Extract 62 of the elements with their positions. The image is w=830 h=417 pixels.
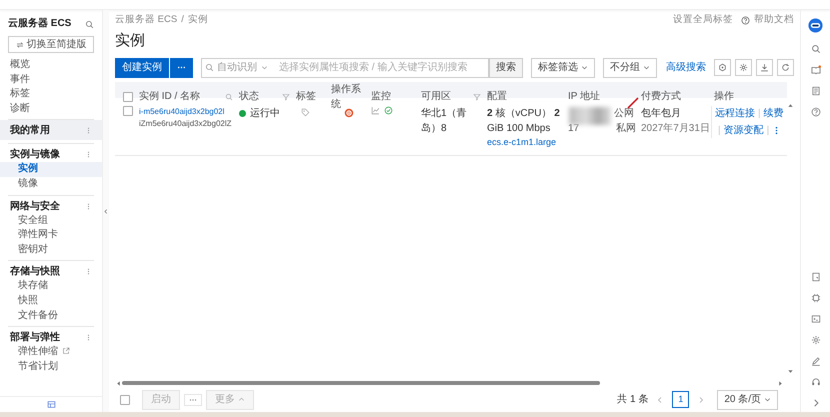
sidebar-item[interactable]: 概览 — [0, 58, 102, 73]
page-size-dropdown[interactable]: 20 条/页 — [717, 390, 778, 410]
search-button[interactable]: 搜索 — [489, 58, 523, 78]
sidebar-item[interactable]: 实例 — [0, 162, 102, 177]
zone-text: 华北1（青岛）8 — [420, 106, 468, 136]
instance-type-link[interactable]: ecs.e-c1m1.large — [487, 136, 562, 149]
instance-name: iZm5e6ru40aijd3x2bg02lZ — [139, 118, 232, 130]
sidebar-group-header[interactable]: 存储与快照 — [0, 261, 102, 280]
total-count: 共 1 条 — [617, 392, 648, 407]
advanced-search-link[interactable]: 高级搜索 — [666, 60, 706, 75]
column-header: 标签 — [296, 90, 316, 104]
breadcrumb-item[interactable]: 实例 — [188, 14, 208, 26]
breadcrumb-item[interactable]: 云服务器 ECS — [115, 14, 178, 26]
column-header: 状态 — [239, 90, 259, 104]
column-header: 监控 — [371, 90, 391, 104]
link-separator: | — [758, 106, 761, 120]
action-link[interactable]: 资源变配 — [724, 122, 764, 138]
column-header: 操作 — [714, 90, 734, 104]
sidebar-item[interactable]: 事件 — [0, 72, 102, 88]
column-header: 可用区 — [421, 90, 451, 104]
column-header: 配置 — [487, 90, 507, 104]
help-link[interactable]: 帮助文档 — [754, 14, 794, 26]
sidebar-item[interactable]: 块存储 — [0, 279, 102, 294]
action-link[interactable]: 续费 — [764, 106, 784, 120]
ip-text: 17 — [568, 122, 580, 136]
status-text: 运行中 — [250, 106, 280, 120]
ip-label: 公网 — [614, 106, 634, 120]
page-button[interactable]: 1 — [672, 391, 690, 408]
grouping-dropdown[interactable]: 不分组 — [603, 58, 657, 78]
switch-button[interactable]: 切换至简捷版 — [8, 36, 94, 53]
sidebar-item[interactable]: 节省计划 — [0, 360, 102, 374]
sidebar-item[interactable]: 标签 — [0, 87, 102, 102]
column-header: IP 地址 — [568, 90, 600, 104]
column-header: 实例 ID / 名称 — [139, 90, 200, 104]
sidebar-item[interactable]: 安全组 — [0, 214, 102, 228]
sidebar-title: 云服务器 ECS — [8, 16, 72, 31]
sidebar-group-header[interactable]: 我的常用 — [0, 120, 102, 140]
expiry-text: 2027年7月31日 — [641, 122, 710, 136]
sidebar-group-header[interactable]: 部署与弹性 — [0, 327, 102, 346]
link-separator: | — [718, 124, 721, 138]
sidebar-item[interactable]: 弹性网卡 — [0, 228, 102, 243]
sidebar-item[interactable]: 弹性伸缩 — [0, 345, 102, 360]
sidebar-group-header[interactable]: 网络与安全 — [0, 196, 102, 214]
config-text: 2 核（vCPU） 2 GiB 100 Mbps — [487, 106, 561, 136]
link-separator: | — [766, 124, 770, 138]
sidebar-item[interactable]: 文件备份 — [0, 308, 102, 324]
create-button[interactable]: 创建实例 — [115, 58, 169, 78]
column-header: 操作系统 — [331, 82, 362, 112]
action-link[interactable]: 远程连接 — [715, 106, 755, 120]
sidebar-group-header[interactable]: 实例与镜像 — [0, 144, 102, 162]
sidebar-item[interactable]: 诊断 — [0, 102, 102, 116]
sidebar-item[interactable]: 镜像 — [0, 176, 102, 192]
sidebar-item[interactable]: 密钥对 — [0, 242, 102, 258]
instance-id-link[interactable]: i-m5e6ru40aijd3x2bg02l — [139, 106, 233, 118]
tag-filter-dropdown[interactable]: 标签筛选 — [531, 58, 595, 78]
billing-text: 包年包月 — [641, 106, 682, 120]
page-title: 实例 — [115, 31, 146, 51]
ip-label: 私网 — [616, 122, 636, 136]
sidebar-item[interactable]: 快照 — [0, 294, 102, 309]
breadcrumb-separator: / — [181, 14, 184, 26]
global-tag-link[interactable]: 设置全局标签 — [673, 14, 733, 26]
column-header: 付费方式 — [641, 90, 681, 104]
